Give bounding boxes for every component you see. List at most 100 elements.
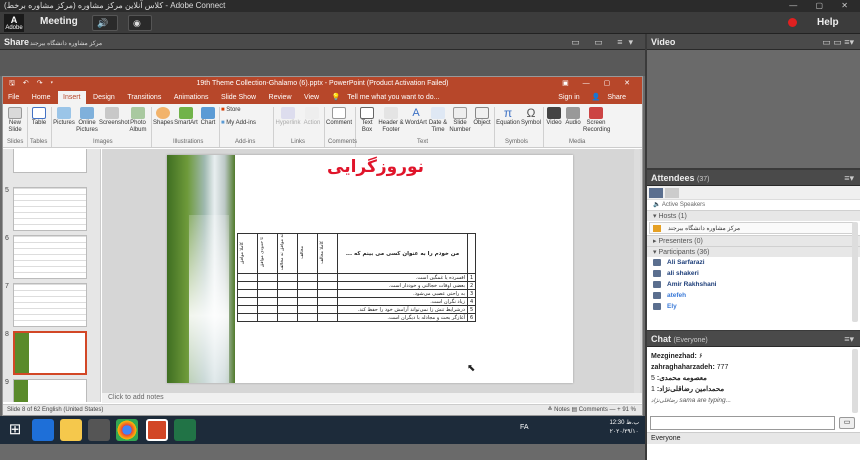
equation-button[interactable]: π Equation: [496, 107, 520, 127]
media-player-icon[interactable]: [88, 419, 110, 441]
hyperlink-button[interactable]: Hyperlink: [275, 107, 301, 127]
slide-thumbnail[interactable]: [13, 283, 87, 327]
slide-thumbnail[interactable]: [13, 379, 87, 402]
slide-number-icon: [453, 107, 467, 119]
screenshot-button[interactable]: Screenshot: [99, 107, 129, 127]
table-button[interactable]: Table: [29, 107, 49, 127]
participant-row[interactable]: Ali Sarfarazi: [647, 257, 860, 268]
store-button[interactable]: ■ Store: [221, 107, 261, 114]
addins-icon: ■: [221, 120, 225, 126]
photo-album-button[interactable]: Photo Album: [127, 107, 149, 134]
slide-thumbnail-selected[interactable]: [13, 331, 87, 375]
row-number: 6: [466, 313, 477, 322]
comment-button[interactable]: Comment: [326, 107, 352, 127]
participants-group[interactable]: ▾ Participants (36): [647, 246, 860, 257]
slide-number-button[interactable]: Slide Number: [449, 107, 471, 134]
pod-options-icon[interactable]: ▭ ▭ ≡▾: [571, 34, 639, 50]
tab-home[interactable]: Home: [27, 91, 56, 104]
date-time-button[interactable]: Date & Time: [428, 107, 448, 134]
sign-in-link[interactable]: Sign in: [553, 91, 584, 104]
quick-access-icons[interactable]: 🖫 ↶ ↷ ▾: [9, 77, 56, 91]
screen-recording-button[interactable]: Screen Recording: [583, 107, 610, 134]
windows-start-icon[interactable]: ⊞: [4, 419, 26, 441]
user-icon: [653, 292, 661, 299]
chrome-icon[interactable]: [116, 419, 138, 441]
chat-scrollbar[interactable]: [852, 349, 858, 413]
col-header: نه موافق نه مخالف: [280, 234, 285, 271]
audio-button[interactable]: Audio: [564, 107, 582, 127]
text-box-button[interactable]: Text Box: [357, 107, 377, 134]
chart-button[interactable]: Chart: [199, 107, 217, 127]
pod-menu-icon[interactable]: ≡▾: [844, 331, 854, 347]
list-view-icon[interactable]: [649, 188, 663, 198]
chat-input[interactable]: [650, 416, 835, 430]
hosts-group[interactable]: ▾ Hosts (1): [647, 210, 860, 221]
active-speakers-row: 🔈 Active Speakers: [653, 202, 706, 208]
attendee-count: (37): [697, 176, 710, 183]
participant-row[interactable]: ali shakeri: [647, 268, 860, 279]
row-text: بعضی اوقات خجالتی و خوددار است.: [337, 281, 468, 290]
window-controls[interactable]: — ▢ ✕: [789, 0, 856, 12]
new-slide-button[interactable]: New Slide: [5, 107, 25, 134]
user-icon: [653, 259, 661, 266]
tab-review[interactable]: Review: [264, 91, 297, 104]
action-button[interactable]: Action: [302, 107, 322, 127]
participant-row[interactable]: atefeh: [647, 290, 860, 301]
file-explorer-icon[interactable]: [60, 419, 82, 441]
slide-thumbnail[interactable]: [13, 149, 87, 173]
header-footer-button[interactable]: Header & Footer: [378, 107, 404, 134]
object-icon: [475, 107, 489, 119]
presenters-group[interactable]: ▸ Presenters (0): [647, 235, 860, 246]
participant-row[interactable]: Ely: [647, 301, 860, 312]
vertical-scrollbar[interactable]: [634, 149, 640, 394]
my-addins-button[interactable]: ■ My Add-ins: [221, 120, 271, 127]
tell-me-box[interactable]: 💡 Tell me what you want to do...: [327, 91, 450, 104]
recording-indicator-icon[interactable]: [788, 18, 797, 27]
wordart-button[interactable]: A WordArt: [405, 107, 427, 127]
chat-pod: Chat (Everyone) ≡▾ Mezginezhad: ۶ zahrag…: [647, 331, 860, 460]
current-slide[interactable]: نوروزگرایی کاملا موافق تا حدودی موافق نه…: [167, 155, 573, 383]
symbol-button[interactable]: Ω Symbol: [521, 107, 541, 127]
text-box-icon: [360, 107, 374, 119]
ie-icon[interactable]: [32, 419, 54, 441]
powerpoint-taskbar-icon[interactable]: [146, 419, 168, 441]
table-row: به راحتی عصبی می‌شود. 3: [237, 289, 477, 298]
screenshot-icon: [105, 107, 119, 119]
participant-row[interactable]: Amir Rakhshani: [647, 279, 860, 290]
host-row[interactable]: مرکز مشاوره دانشگاه بیرجند: [649, 222, 854, 234]
system-clock[interactable]: 12:30 ب.ظ ۲۰۲۰/۲۹/۱۰: [609, 419, 639, 437]
meeting-menu[interactable]: Meeting: [40, 16, 78, 27]
camera-button[interactable]: ◉ ▾: [128, 15, 152, 42]
ppt-window-controls[interactable]: ▣ — ▢ ✕: [562, 77, 636, 91]
pod-menu-icon[interactable]: ≡▾: [844, 170, 854, 186]
group-view-icon[interactable]: [665, 188, 679, 198]
help-menu[interactable]: Help: [817, 17, 839, 28]
pod-options-icon[interactable]: ▭ ▭ ≡▾: [822, 34, 854, 50]
tab-insert[interactable]: Insert: [58, 91, 86, 104]
send-message-button[interactable]: ▭: [839, 417, 855, 429]
object-button[interactable]: Object: [472, 107, 492, 127]
chat-recipient-tab[interactable]: Everyone: [647, 432, 860, 444]
table-row: درشرایط تنش زا نمی‌تواند آرامش خود را حف…: [237, 305, 477, 314]
online-pictures-button[interactable]: Online Pictures: [76, 107, 98, 134]
tab-animations[interactable]: Animations: [169, 91, 214, 104]
tab-design[interactable]: Design: [88, 91, 120, 104]
tab-view[interactable]: View: [299, 91, 324, 104]
shapes-button[interactable]: Shapes: [153, 107, 173, 127]
smartart-button[interactable]: SmartArt: [174, 107, 198, 127]
tab-transitions[interactable]: Transitions: [122, 91, 166, 104]
speaker-button[interactable]: 🔊 ▾: [92, 15, 118, 42]
attendees-pod-title: Attendees: [651, 173, 695, 183]
pictures-button[interactable]: Pictures: [53, 107, 75, 127]
notes-pane[interactable]: Click to add notes: [102, 393, 642, 403]
slide-thumbnail[interactable]: [13, 187, 87, 231]
status-right[interactable]: ≜ Notes ▤ Comments — + 91 %: [547, 405, 636, 416]
video-button[interactable]: Video: [545, 107, 563, 127]
share-button[interactable]: 👤 Share: [587, 91, 636, 104]
language-indicator[interactable]: FA: [520, 424, 529, 431]
tab-slide-show[interactable]: Slide Show: [216, 91, 261, 104]
excel-icon[interactable]: [174, 419, 196, 441]
attendees-scrollbar[interactable]: [852, 222, 858, 322]
slide-thumbnail[interactable]: [13, 235, 87, 279]
tab-file[interactable]: File: [3, 91, 24, 104]
